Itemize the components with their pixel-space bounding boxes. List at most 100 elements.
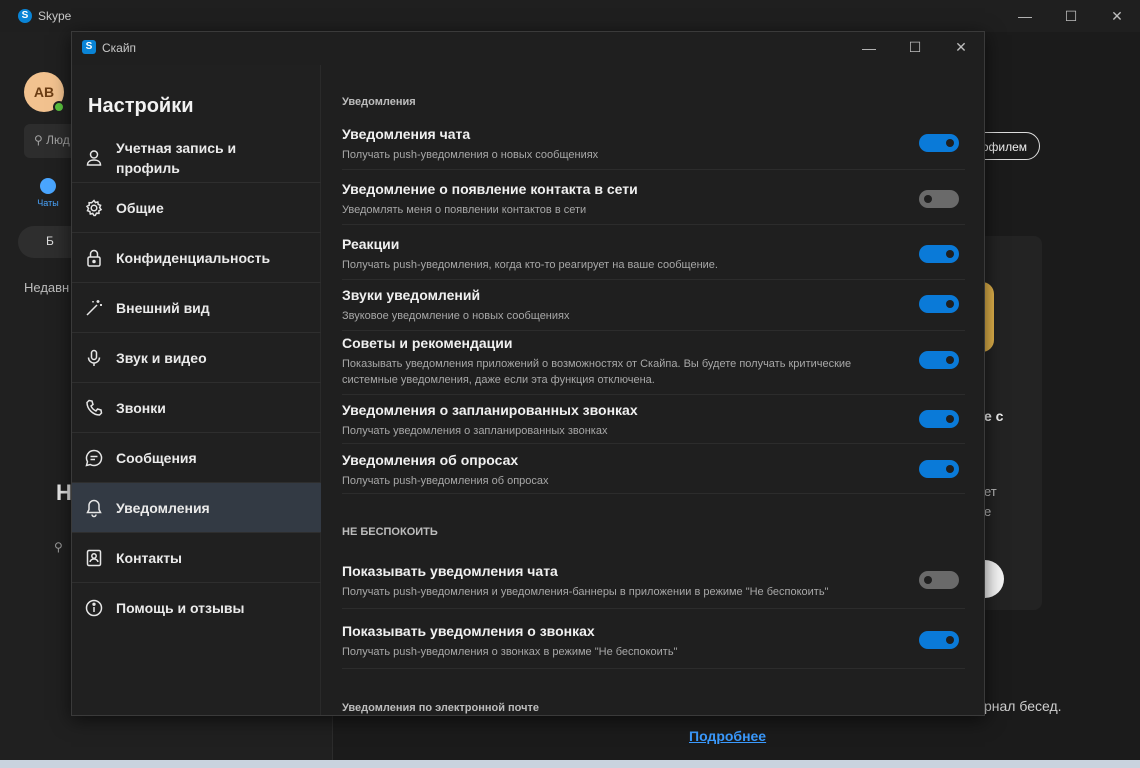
toggle-switch[interactable] bbox=[919, 295, 959, 313]
toggle-switch[interactable] bbox=[919, 245, 959, 263]
phone-icon bbox=[84, 398, 104, 418]
main-window-controls: — ☐ ✕ bbox=[1002, 0, 1140, 32]
welcome-heading: Н bbox=[56, 480, 72, 505]
toggle-knob bbox=[924, 576, 932, 584]
sidebar-item-label: Конфиденциальность bbox=[116, 249, 271, 266]
toggle-knob bbox=[946, 465, 954, 473]
section-dnd-label: НЕ БЕСПОКОИТЬ bbox=[342, 526, 438, 538]
setting-description: Получать push-уведомления об опросах bbox=[342, 475, 549, 487]
setting-dnd-calls: Показывать уведомления о звонках Получат… bbox=[342, 623, 965, 669]
maximize-icon[interactable]: ☐ bbox=[892, 32, 938, 63]
settings-titlebar: S Скайп — ☐ ✕ bbox=[72, 32, 984, 63]
avatar[interactable]: AB bbox=[24, 72, 65, 113]
tab-chats[interactable]: Чаты bbox=[30, 178, 66, 208]
toggle-switch[interactable] bbox=[919, 134, 959, 152]
sidebar-item-label: Уведомления bbox=[116, 499, 210, 516]
toggle-knob bbox=[946, 415, 954, 423]
chat-bubble-icon bbox=[40, 178, 56, 194]
settings-dialog: S Скайп — ☐ ✕ Настройки Учетная запись и… bbox=[71, 31, 985, 716]
toggle-knob bbox=[946, 300, 954, 308]
setting-title: Уведомления об опросах bbox=[342, 452, 519, 468]
setting-reactions: Реакции Получать push-уведомления, когда… bbox=[342, 236, 965, 280]
setting-description: Получать push-уведомления о звонках в ре… bbox=[342, 646, 678, 658]
setting-contact-online: Уведомление о появление контакта в сети … bbox=[342, 181, 965, 225]
setting-title: Реакции bbox=[342, 236, 400, 252]
welcome-card-text-1: ет bbox=[984, 484, 997, 499]
welcome-card-title: е с bbox=[984, 408, 1004, 424]
setting-title: Советы и рекомендации bbox=[342, 335, 513, 351]
search-placeholder: Люд bbox=[46, 133, 70, 147]
toggle-knob bbox=[946, 356, 954, 364]
bell-icon bbox=[84, 498, 104, 518]
setting-description: Показывать уведомления приложений о возм… bbox=[342, 358, 852, 386]
setting-title: Показывать уведомления о звонках bbox=[342, 623, 595, 639]
sidebar-item-account[interactable]: Учетная запись и профиль bbox=[72, 133, 321, 183]
settings-window-title: Скайп bbox=[102, 41, 137, 55]
toggle-knob bbox=[946, 636, 954, 644]
sidebar-item-messages[interactable]: Сообщения bbox=[72, 433, 321, 483]
sidebar-item-label: Помощь и отзывы bbox=[116, 600, 245, 616]
toggle-switch[interactable] bbox=[919, 351, 959, 369]
setting-description: Получать уведомления о запланированных з… bbox=[342, 425, 608, 437]
setting-scheduled-calls: Уведомления о запланированных звонках По… bbox=[342, 402, 965, 444]
sidebar-item-notifications[interactable]: Уведомления bbox=[72, 483, 321, 533]
toggle-knob bbox=[946, 139, 954, 147]
setting-title: Уведомления чата bbox=[342, 126, 471, 142]
setting-description: Получать push-уведомления, когда кто-то … bbox=[342, 259, 718, 271]
meet-now-label: Б bbox=[46, 234, 54, 248]
main-window-title: Skype bbox=[38, 9, 72, 23]
setting-dnd-chat: Показывать уведомления чата Получать pus… bbox=[342, 563, 965, 609]
section-notifications-label: Уведомления bbox=[342, 96, 416, 108]
sidebar-item-help[interactable]: Помощь и отзывы bbox=[72, 583, 321, 633]
setting-description: Уведомлять меня о появлении контактов в … bbox=[342, 204, 587, 216]
sidebar-item-audio-video[interactable]: Звук и видео bbox=[72, 333, 321, 383]
recent-chats-label: Недавн bbox=[24, 280, 70, 295]
welcome-card-text-2: е bbox=[984, 504, 992, 519]
lock-icon bbox=[84, 248, 104, 268]
sidebar-item-label: Внешний вид bbox=[116, 299, 210, 316]
main-titlebar: S Skype — ☐ ✕ bbox=[0, 0, 1140, 32]
minimize-icon[interactable]: — bbox=[1002, 0, 1048, 32]
toggle-switch[interactable] bbox=[919, 410, 959, 428]
toggle-switch[interactable] bbox=[919, 190, 959, 208]
sidebar-item-contacts[interactable]: Контакты bbox=[72, 533, 321, 583]
sidebar-item-privacy[interactable]: Конфиденциальность bbox=[72, 233, 321, 283]
maximize-icon[interactable]: ☐ bbox=[1048, 0, 1094, 32]
people-search-icon[interactable]: ⚲ bbox=[54, 540, 63, 554]
close-icon[interactable]: ✕ bbox=[1094, 0, 1140, 32]
toggle-switch[interactable] bbox=[919, 460, 959, 478]
more-info-link[interactable]: Подробнее bbox=[689, 728, 766, 744]
settings-window-controls: — ☐ ✕ bbox=[846, 32, 984, 64]
minimize-icon[interactable]: — bbox=[846, 32, 892, 63]
setting-title: Уведомления о запланированных звонках bbox=[342, 402, 638, 418]
sidebar-item-calls[interactable]: Звонки bbox=[72, 383, 321, 433]
magic-wand-icon bbox=[84, 298, 104, 318]
setting-title: Уведомление о появление контакта в сети bbox=[342, 181, 638, 197]
sidebar-item-label: Звонки bbox=[116, 399, 166, 416]
close-icon[interactable]: ✕ bbox=[938, 32, 984, 63]
toggle-switch[interactable] bbox=[919, 571, 959, 589]
setting-polls: Уведомления об опросах Получать push-уве… bbox=[342, 452, 965, 494]
sidebar-item-general[interactable]: Общие bbox=[72, 183, 321, 233]
toggle-switch[interactable] bbox=[919, 631, 959, 649]
setting-title: Звуки уведомлений bbox=[342, 287, 481, 303]
skype-logo-icon: S bbox=[18, 9, 32, 23]
skype-logo-icon: S bbox=[82, 40, 96, 54]
sidebar-item-appearance[interactable]: Внешний вид bbox=[72, 283, 321, 333]
conversation-log-text: рнал бесед. bbox=[984, 698, 1062, 714]
sidebar-item-label: Общие bbox=[116, 199, 164, 216]
sidebar-item-label: Сообщения bbox=[116, 449, 197, 466]
setting-tips: Советы и рекомендации Показывать уведомл… bbox=[342, 335, 965, 395]
settings-nav: Настройки Учетная запись и профиль Общие… bbox=[72, 65, 321, 715]
online-status-icon bbox=[53, 101, 65, 113]
contacts-icon bbox=[84, 548, 104, 568]
info-icon bbox=[84, 598, 104, 618]
notifications-panel: Уведомления Уведомления чата Получать pu… bbox=[322, 65, 984, 715]
microphone-icon bbox=[84, 348, 104, 368]
setting-chat-notifications: Уведомления чата Получать push-уведомлен… bbox=[342, 126, 965, 170]
section-email-label: Уведомления по электронной почте bbox=[342, 702, 540, 714]
taskbar bbox=[0, 760, 1140, 768]
setting-description: Звуковое уведомление о новых сообщениях bbox=[342, 310, 570, 322]
setting-description: Получать push-уведомления и уведомления-… bbox=[342, 586, 829, 598]
setting-title: Показывать уведомления чата bbox=[342, 563, 558, 579]
